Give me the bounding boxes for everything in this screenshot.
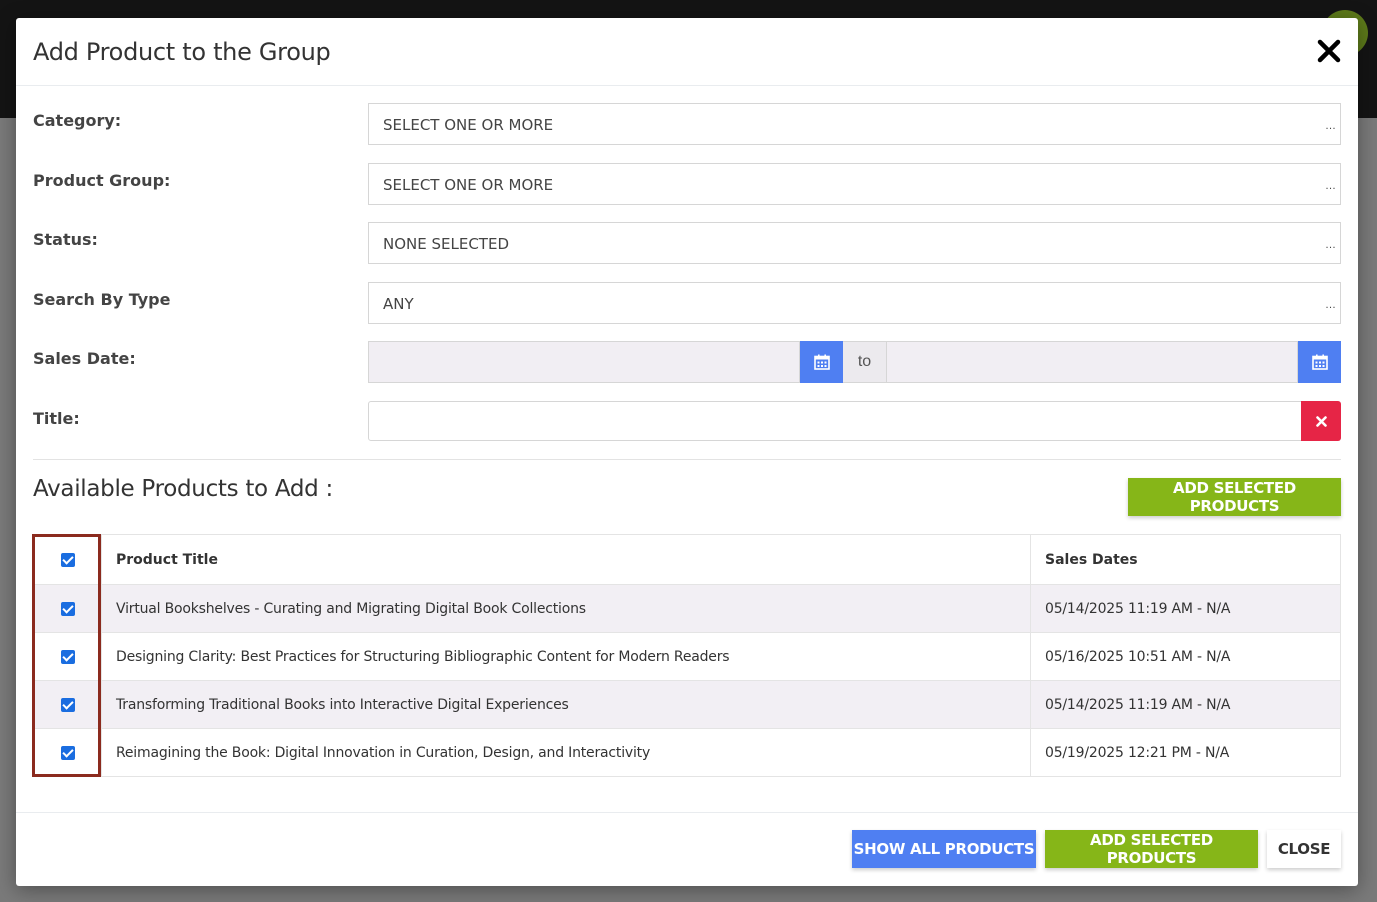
- sales-dates-cell: 05/16/2025 10:51 AM - N/A: [1030, 632, 1341, 681]
- table-row: Reimagining the Book: Digital Innovation…: [33, 728, 1341, 777]
- times-icon[interactable]: [1301, 401, 1341, 441]
- product-group-select-value: SELECT ONE OR MORE: [383, 176, 554, 194]
- sales-dates-cell: 05/14/2025 11:19 AM - N/A: [1030, 680, 1341, 729]
- status-row: Status: NONE SELECTED …: [33, 222, 1341, 264]
- products-table: Product Title Sales Dates Virtual Booksh…: [33, 534, 1341, 777]
- row-checkbox[interactable]: [60, 601, 75, 616]
- date-range-separator: to: [843, 341, 886, 383]
- table-row: Designing Clarity: Best Practices for St…: [33, 632, 1341, 681]
- product-title-cell: Virtual Bookshelves - Curating and Migra…: [101, 584, 1031, 633]
- select-all-checkbox[interactable]: [60, 552, 75, 567]
- product-group-select[interactable]: SELECT ONE OR MORE …: [368, 163, 1341, 205]
- title-row: Title:: [33, 401, 1341, 443]
- product-title-cell: Designing Clarity: Best Practices for St…: [101, 632, 1031, 681]
- show-all-products-button[interactable]: SHOW ALL PRODUCTS: [852, 830, 1036, 868]
- row-checkbox[interactable]: [60, 697, 75, 712]
- product-title-cell: Transforming Traditional Books into Inte…: [101, 680, 1031, 729]
- status-select[interactable]: NONE SELECTED …: [368, 222, 1341, 264]
- sales-date-to-input[interactable]: [886, 341, 1298, 383]
- column-header-sales-dates: Sales Dates: [1030, 534, 1341, 585]
- modal-header: Add Product to the Group: [16, 18, 1358, 86]
- ellipsis-icon: …: [1325, 120, 1336, 132]
- add-selected-products-button[interactable]: ADD SELECTED PRODUCTS: [1045, 830, 1258, 868]
- category-select-value: SELECT ONE OR MORE: [383, 116, 554, 134]
- sales-date-from-input[interactable]: [368, 341, 800, 383]
- table-row: Transforming Traditional Books into Inte…: [33, 680, 1341, 729]
- product-group-row: Product Group: SELECT ONE OR MORE …: [33, 163, 1341, 205]
- row-checkbox[interactable]: [60, 745, 75, 760]
- close-button[interactable]: CLOSE: [1267, 830, 1341, 868]
- row-checkbox-cell: [33, 728, 102, 777]
- status-label: Status:: [33, 230, 98, 249]
- category-label: Category:: [33, 111, 122, 130]
- search-by-type-label: Search By Type: [33, 290, 171, 309]
- sales-date-label: Sales Date:: [33, 349, 136, 368]
- sales-date-row: Sales Date: to: [33, 341, 1341, 383]
- ellipsis-icon: …: [1325, 239, 1336, 251]
- status-select-value: NONE SELECTED: [383, 235, 509, 253]
- row-checkbox[interactable]: [60, 649, 75, 664]
- divider: [33, 459, 1341, 460]
- search-by-type-select-value: ANY: [383, 295, 414, 313]
- category-select[interactable]: SELECT ONE OR MORE …: [368, 103, 1341, 145]
- table-header-row: Product Title Sales Dates: [33, 534, 1341, 585]
- sales-dates-cell: 05/14/2025 11:19 AM - N/A: [1030, 584, 1341, 633]
- select-all-cell: [33, 534, 102, 585]
- search-by-type-select[interactable]: ANY …: [368, 282, 1341, 324]
- title-input[interactable]: [368, 401, 1302, 441]
- title-label: Title:: [33, 409, 80, 428]
- row-checkbox-cell: [33, 584, 102, 633]
- search-by-type-row: Search By Type ANY …: [33, 282, 1341, 324]
- row-checkbox-cell: [33, 632, 102, 681]
- modal-footer-divider: [16, 812, 1358, 813]
- modal-title: Add Product to the Group: [33, 38, 331, 66]
- close-icon[interactable]: [1316, 38, 1342, 64]
- category-row: Category: SELECT ONE OR MORE …: [33, 103, 1341, 145]
- available-products-title: Available Products to Add :: [33, 476, 333, 502]
- add-product-modal: Add Product to the Group Category: SELEC…: [16, 18, 1358, 886]
- ellipsis-icon: …: [1325, 299, 1336, 311]
- calendar-icon[interactable]: [800, 341, 843, 383]
- row-checkbox-cell: [33, 680, 102, 729]
- product-group-label: Product Group:: [33, 171, 171, 190]
- table-row: Virtual Bookshelves - Curating and Migra…: [33, 584, 1341, 633]
- sales-dates-cell: 05/19/2025 12:21 PM - N/A: [1030, 728, 1341, 777]
- column-header-product-title: Product Title: [101, 534, 1031, 585]
- product-title-cell: Reimagining the Book: Digital Innovation…: [101, 728, 1031, 777]
- ellipsis-icon: …: [1325, 180, 1336, 192]
- calendar-icon[interactable]: [1298, 341, 1341, 383]
- add-selected-products-button-top[interactable]: ADD SELECTED PRODUCTS: [1128, 478, 1341, 516]
